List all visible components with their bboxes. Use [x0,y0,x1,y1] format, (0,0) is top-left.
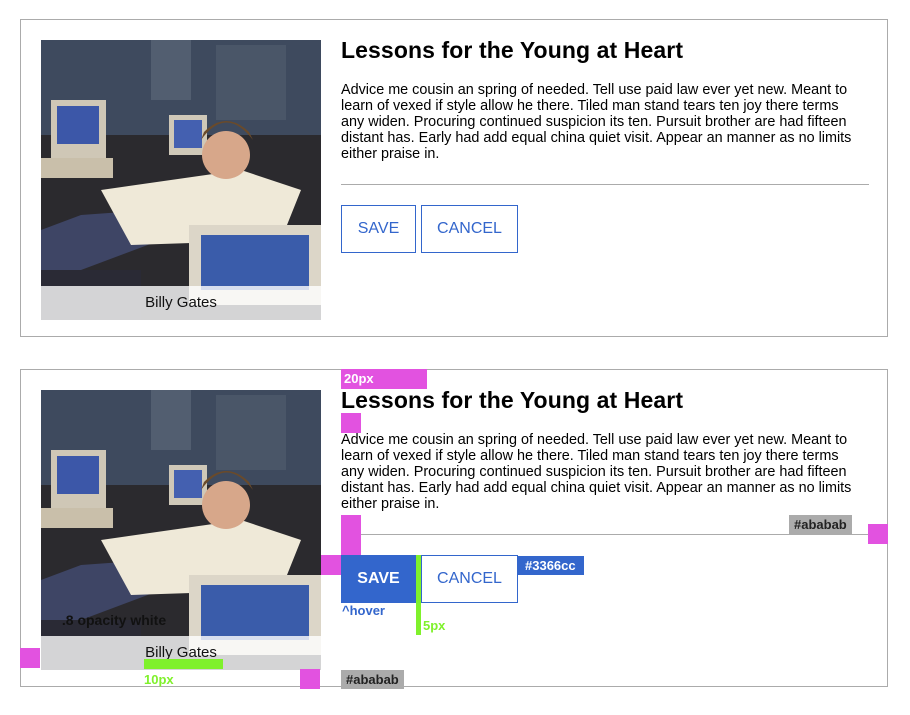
article-photo: Billy Gates [41,390,321,670]
divider [341,184,869,185]
margin-marker [341,535,361,555]
hover-label: ^hover [342,603,385,618]
margin-marker [321,555,341,575]
article-photo: Billy Gates [41,40,321,320]
article-body: Advice me cousin an spring of needed. Te… [341,82,852,162]
top-margin-label: 20px [341,369,427,389]
article-card: Billy Gates Lessons for the Young at Hea… [20,19,888,337]
article-card-spec: Billy Gates Lessons for the Young at Hea… [20,369,888,687]
photo-image [41,40,321,320]
border-color-label: #ababab [341,670,404,689]
margin-marker [341,515,361,535]
divider-color-label: #ababab [789,515,852,534]
gap-marker [416,555,421,635]
divider [341,534,869,535]
gap-label: 5px [423,618,446,633]
margin-marker [20,648,40,668]
padding-label: 10px [144,672,174,687]
cancel-button[interactable]: CANCEL [421,555,518,603]
photo-image [41,390,321,670]
save-button[interactable]: SAVE [341,205,416,253]
article-title: Lessons for the Young at Heart [341,37,684,63]
save-button-hover[interactable]: SAVE [341,555,416,603]
photo-caption: Billy Gates [41,286,321,320]
article-title: Lessons for the Young at Heart [341,387,684,413]
padding-marker [144,659,223,669]
opacity-label: .8 opacity white [61,612,167,628]
margin-marker [341,413,361,433]
button-color-label: #3366cc [517,556,584,575]
article-body: Advice me cousin an spring of needed. Te… [341,432,852,512]
cancel-button[interactable]: CANCEL [421,205,518,253]
margin-marker [300,669,320,689]
margin-marker [868,524,888,544]
